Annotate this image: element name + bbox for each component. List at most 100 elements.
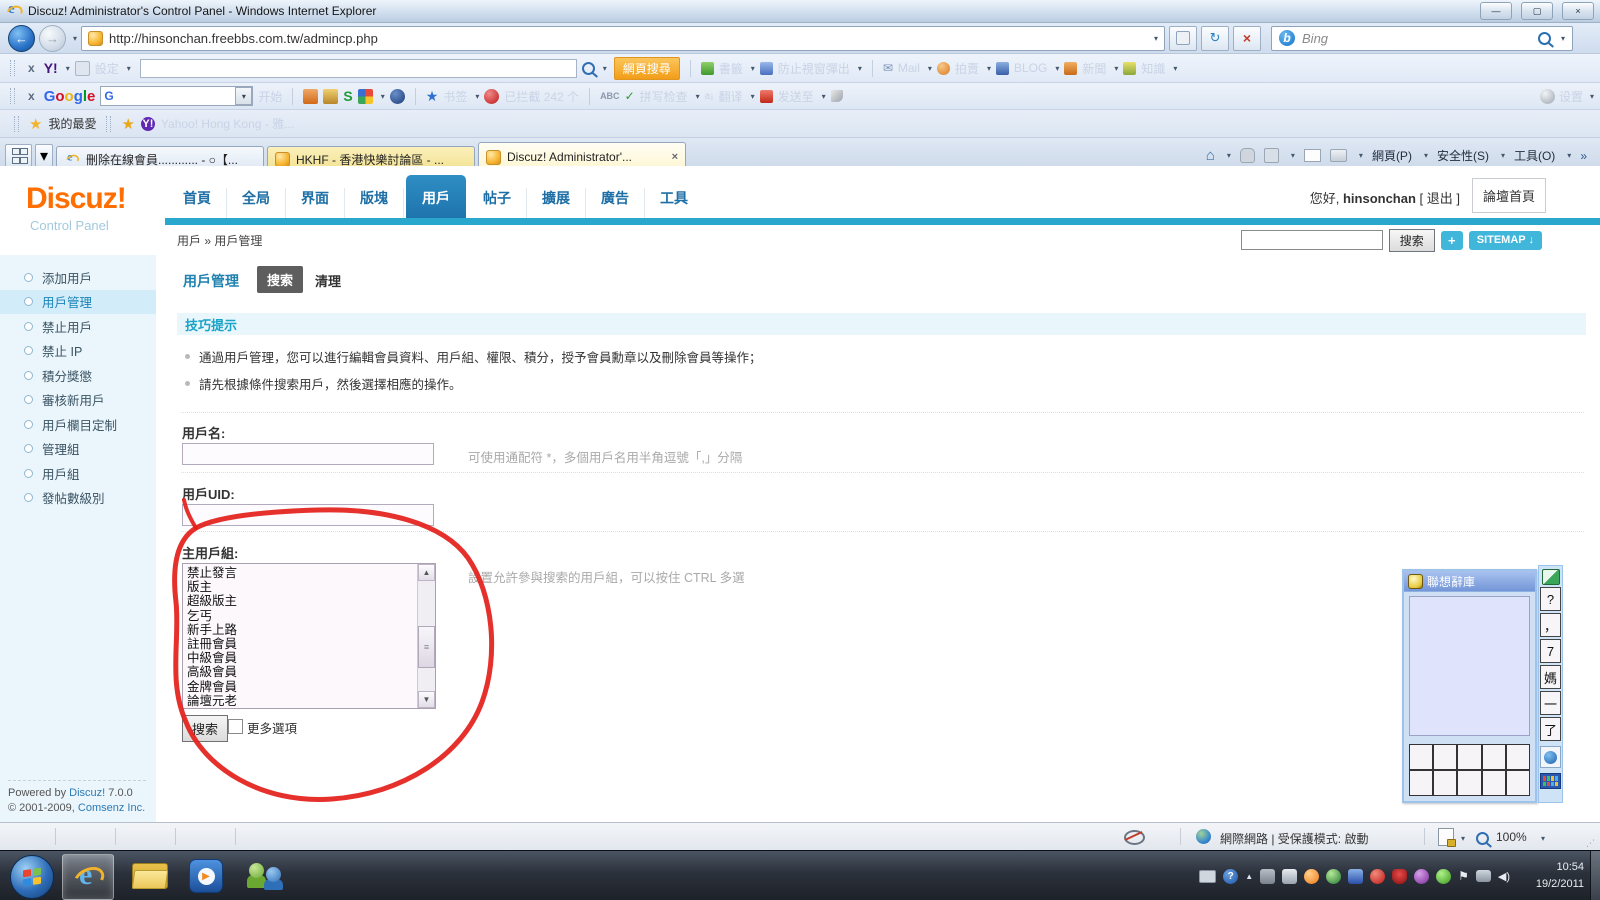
sidebar-item-admin-groups[interactable]: 管理組 <box>0 437 156 462</box>
print-icon[interactable] <box>1330 149 1347 162</box>
tab-close-icon[interactable]: × <box>672 151 678 163</box>
yahoo-bookmarks-icon[interactable] <box>701 62 714 75</box>
tab-search-active[interactable]: 搜索 <box>257 266 303 293</box>
change-zoom-icon[interactable] <box>1438 828 1454 849</box>
refresh-button[interactable]: ↻ <box>1201 26 1229 51</box>
read-mail-icon[interactable] <box>1304 149 1321 162</box>
zoom-dropdown[interactable]: ▾ <box>1461 834 1465 843</box>
tray-icon-purple-chat[interactable] <box>1414 869 1429 884</box>
google-search-dropdown[interactable]: ▾ <box>235 87 252 105</box>
send-to-label[interactable]: 发送至 <box>778 88 814 105</box>
google-bookmarks-dropdown[interactable]: ▾ <box>475 92 479 101</box>
send-to-icon[interactable] <box>760 90 773 103</box>
google-news-icon[interactable] <box>303 89 318 104</box>
group-option[interactable]: 金牌會員 <box>183 680 415 694</box>
favorites-yahoo-link[interactable]: Yahoo! Hong Kong - 雅... <box>161 115 294 132</box>
admin-search-button[interactable]: 搜索 <box>1389 229 1435 252</box>
taskbar-media-player-button[interactable]: ▶ <box>182 854 230 898</box>
google-settings-dropdown[interactable]: ▾ <box>1590 92 1594 101</box>
translate-label[interactable]: 翻译 <box>719 88 743 105</box>
scroll-up-arrow[interactable]: ▲ <box>418 564 435 581</box>
page-menu[interactable]: 網頁(P) <box>1372 147 1412 164</box>
zoom-level-dropdown[interactable]: ▾ <box>1541 834 1545 843</box>
tray-icon-heart[interactable] <box>1392 869 1407 884</box>
ime-candidate-key[interactable]: ? <box>1540 587 1561 611</box>
google-apps-dropdown[interactable]: ▾ <box>381 92 385 101</box>
tray-icon-green-orb[interactable] <box>1436 869 1451 884</box>
google-gmail-icon[interactable] <box>323 89 338 104</box>
yahoo-logo-dropdown[interactable]: ▾ <box>66 64 70 73</box>
network-icon[interactable] <box>1476 870 1491 882</box>
more-options-checkbox[interactable] <box>228 719 243 734</box>
google-search-input[interactable]: G▾ <box>100 86 253 106</box>
popup-blocker-icon[interactable] <box>760 62 773 75</box>
yahoo-knowledge-icon[interactable] <box>1123 62 1136 75</box>
ime-title-bar[interactable]: 聯想辭庫 <box>1404 571 1535 592</box>
group-option[interactable]: 禁止發言 <box>183 566 415 580</box>
tools-menu[interactable]: 工具(O) <box>1514 147 1555 164</box>
yahoo-news-icon[interactable] <box>1064 62 1077 75</box>
google-earth-icon[interactable] <box>390 89 405 104</box>
tab-cleanup[interactable]: 清理 <box>315 271 341 290</box>
history-dropdown[interactable]: ▾ <box>73 34 77 43</box>
group-option[interactable]: 論壇元老 <box>183 694 415 708</box>
hidden-icons-chevron[interactable]: ▲ <box>1245 872 1253 881</box>
ime-candidate-area[interactable] <box>1409 596 1530 736</box>
tray-icon-fax[interactable] <box>1260 869 1275 884</box>
yahoo-knowledge-dropdown[interactable]: ▾ <box>1173 64 1177 73</box>
hand-icon[interactable] <box>1240 148 1255 163</box>
spellcheck-abc-icon[interactable]: ABC <box>600 91 620 101</box>
help-icon[interactable]: ? <box>1223 869 1238 884</box>
group-option[interactable]: 新手上路 <box>183 623 415 637</box>
sidebar-item-profile-fields[interactable]: 用戶欄目定制 <box>0 412 156 437</box>
taskbar-explorer-button[interactable] <box>126 854 174 898</box>
sidebar-item-user-groups[interactable]: 用戶組 <box>0 461 156 486</box>
ime-candidate-key[interactable]: 媽 <box>1540 665 1561 689</box>
yahoo-news-dropdown[interactable]: ▾ <box>1114 64 1118 73</box>
google-settings-icon[interactable] <box>1540 89 1555 104</box>
popup-blocked-count[interactable]: 已拦截 242 个 <box>504 88 579 105</box>
yahoo-blog-label[interactable]: BLOG <box>1014 61 1047 75</box>
forum-home-button[interactable]: 論壇首頁 <box>1472 178 1546 213</box>
spellcheck-label[interactable]: 拼写检查 <box>640 88 688 105</box>
group-option[interactable]: 超級版主 <box>183 594 415 608</box>
tray-icon-printer[interactable] <box>1282 869 1297 884</box>
maximize-button[interactable]: ▢ <box>1521 2 1553 20</box>
sidebar-item-ban-ip[interactable]: 禁止 IP <box>0 339 156 364</box>
search-icon[interactable] <box>1538 32 1551 45</box>
nav-users-active[interactable]: 用戶 <box>406 175 466 218</box>
nav-global[interactable]: 全局 <box>227 188 286 218</box>
username-input[interactable] <box>182 443 434 465</box>
listbox-scrollbar[interactable]: ▲ ≡ ▼ <box>417 564 435 708</box>
translate-icon[interactable]: a¡ <box>705 91 714 102</box>
ime-cell-grid[interactable] <box>1409 744 1530 796</box>
ime-candidate-key[interactable]: 了 <box>1540 717 1561 741</box>
spellcheck-dropdown[interactable]: ▾ <box>696 92 700 101</box>
zoom-lens-icon[interactable] <box>1476 832 1489 848</box>
yahoo-mail-label[interactable]: Mail <box>898 61 920 75</box>
safety-menu-dropdown[interactable]: ▾ <box>1501 151 1505 160</box>
nav-posts[interactable]: 帖子 <box>468 188 527 218</box>
quick-tabs-button[interactable] <box>5 144 32 167</box>
home-dropdown[interactable]: ▾ <box>1227 151 1231 160</box>
tools-menu-dropdown[interactable]: ▾ <box>1567 151 1571 160</box>
taskbar-messenger-button[interactable] <box>240 854 292 898</box>
highlighter-icon[interactable] <box>831 90 843 102</box>
yahoo-auction-dropdown[interactable]: ▾ <box>987 64 991 73</box>
yahoo-settings-icon[interactable] <box>75 61 90 76</box>
search-dropdown[interactable]: ▾ <box>1561 34 1565 43</box>
feeds-icon[interactable] <box>1264 148 1279 163</box>
google-go-label[interactable]: 开始 <box>258 88 282 105</box>
google-apps-icon[interactable] <box>358 89 373 104</box>
compatibility-view-button[interactable] <box>1169 26 1197 51</box>
yahoo-search-icon[interactable] <box>582 62 595 75</box>
ime-candidate-key[interactable]: 7 <box>1540 639 1561 663</box>
action-center-flag-icon[interactable]: ⚑ <box>1458 869 1469 883</box>
yahoo-settings-label[interactable]: 設定 <box>95 60 119 77</box>
uid-input[interactable] <box>182 504 434 526</box>
sidebar-item-user-management-active[interactable]: 用戶管理 <box>0 290 156 315</box>
back-button[interactable]: ← <box>8 25 35 52</box>
sidebar-item-add-user[interactable]: 添加用戶 <box>0 265 156 290</box>
ime-keyboard-button[interactable] <box>1540 773 1561 789</box>
nav-tools[interactable]: 工具 <box>645 188 703 218</box>
